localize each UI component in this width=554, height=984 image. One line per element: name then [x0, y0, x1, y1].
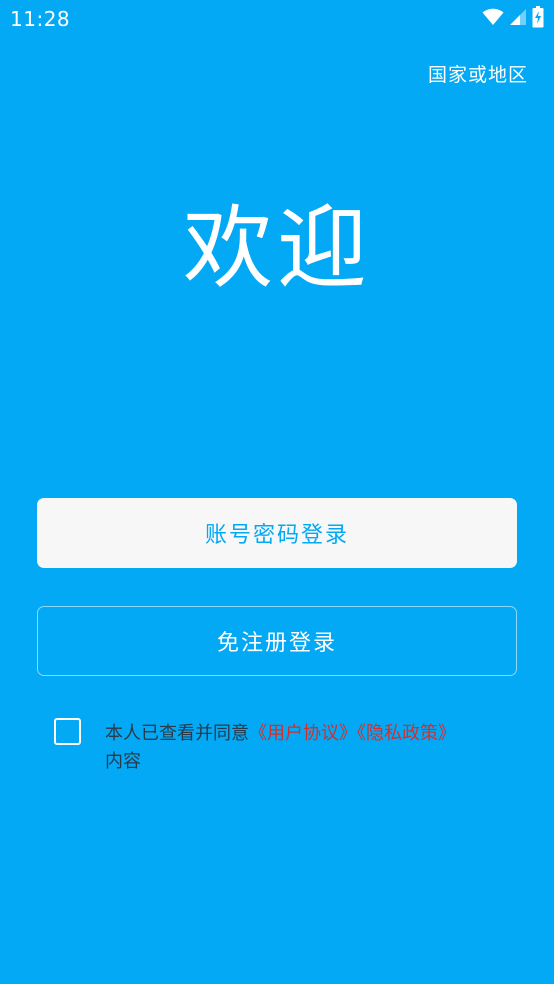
- battery-charging-icon: [532, 6, 544, 28]
- welcome-heading: 欢迎: [183, 196, 371, 301]
- status-time: 11:28: [10, 7, 71, 31]
- status-bar: 11:28: [0, 0, 554, 40]
- wifi-icon: [482, 8, 504, 25]
- password-login-button[interactable]: 账号密码登录: [37, 498, 517, 568]
- user-agreement-link[interactable]: 《用户协议》: [249, 723, 357, 744]
- agreement-text: 本人已查看并同意《用户协议》《隐私政策》内容: [105, 720, 505, 776]
- signal-icon: [510, 9, 526, 25]
- agreement-suffix: 内容: [105, 751, 141, 772]
- status-icons: [482, 6, 544, 28]
- privacy-policy-link[interactable]: 《隐私政策》: [357, 723, 456, 744]
- agreement-prefix: 本人已查看并同意: [105, 723, 249, 744]
- region-selector[interactable]: 国家或地区: [428, 60, 528, 87]
- agreement-checkbox[interactable]: [54, 718, 81, 745]
- quick-login-button[interactable]: 免注册登录: [37, 606, 517, 676]
